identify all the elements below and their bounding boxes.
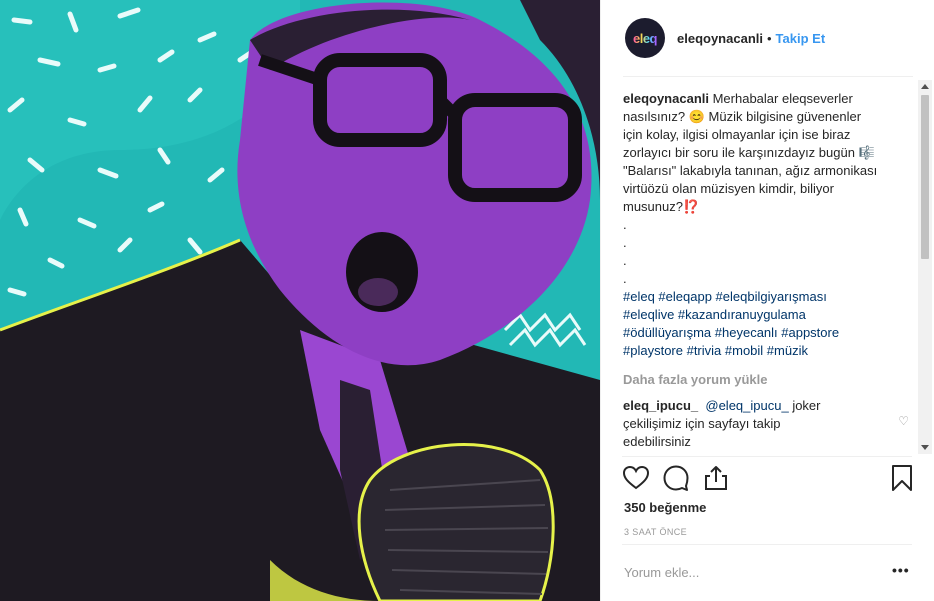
more-options-icon[interactable]: ••• bbox=[892, 562, 910, 578]
comment-item: eleq_ipucu_ @eleq_ipucu_ joker çekilişim… bbox=[623, 397, 913, 451]
comment-text: joker bbox=[788, 398, 821, 413]
actions-divider bbox=[622, 456, 912, 457]
post-illustration bbox=[0, 0, 600, 601]
share-icon[interactable] bbox=[702, 464, 730, 492]
post-header: eleq eleqoynacanli • Takip Et bbox=[601, 0, 934, 76]
caption: eleqoynacanli Merhabalar eleqseverler na… bbox=[623, 90, 913, 360]
post-timestamp[interactable]: 3 SAAT ÖNCE bbox=[624, 527, 687, 537]
comment-input-divider bbox=[622, 544, 912, 545]
caption-line: "Balarısı" lakabıyla tanınan, ağız armon… bbox=[623, 163, 878, 178]
comment-mention[interactable]: @eleq_ipucu_ bbox=[705, 398, 788, 413]
caption-line: virtüözü olan müzisyen kimdir, biliyor bbox=[623, 181, 834, 196]
load-more-comments-button[interactable]: Daha fazla yorum yükle bbox=[623, 371, 913, 389]
likes-count[interactable]: 350 beğenme bbox=[624, 500, 706, 515]
action-bar bbox=[622, 464, 916, 496]
caption-dot: . bbox=[623, 253, 627, 268]
comment-text: çekilişimiz için sayfayı takip bbox=[623, 416, 781, 431]
post-author-username[interactable]: eleqoynacanli bbox=[677, 31, 763, 46]
avatar-logo-text: eleq bbox=[632, 30, 658, 46]
separator-dot: • bbox=[766, 30, 772, 46]
caption-dot: . bbox=[623, 235, 627, 250]
comments-scrollbar[interactable] bbox=[918, 80, 932, 454]
post-image[interactable] bbox=[0, 0, 600, 601]
caption-line: zorlayıcı bir soru ile karşınızdayız bug… bbox=[623, 145, 875, 160]
avatar[interactable]: eleq bbox=[625, 18, 665, 58]
caption-line: Merhabalar eleqseverler bbox=[708, 91, 853, 106]
comment-username[interactable]: eleq_ipucu_ bbox=[623, 398, 698, 413]
heart-icon[interactable] bbox=[622, 464, 650, 492]
comment-text: edebilirsiniz bbox=[623, 434, 691, 449]
hashtag-line[interactable]: #eleq #eleqapp #eleqbilgiyarışması bbox=[623, 289, 827, 304]
caption-line: nasılsınız? 😊 Müzik bilgisine güvenenler bbox=[623, 109, 862, 124]
comment-input[interactable]: Yorum ekle... bbox=[624, 565, 699, 580]
header-divider bbox=[623, 76, 913, 77]
hashtag-line[interactable]: #ödüllüyarışma #heyecanlı #appstore bbox=[623, 325, 839, 340]
hashtag-line[interactable]: #playstore #trivia #mobil #müzik bbox=[623, 343, 808, 358]
comment-icon[interactable] bbox=[662, 464, 690, 492]
scroll-down-arrow-icon[interactable] bbox=[921, 445, 929, 450]
caption-line: için kolay, ilgisi olmayanlar için ise b… bbox=[623, 127, 851, 142]
caption-username[interactable]: eleqoynacanli bbox=[623, 91, 709, 106]
hashtag-line[interactable]: #eleqlive #kazandıranuygulama bbox=[623, 307, 806, 322]
scrollbar-thumb[interactable] bbox=[921, 95, 929, 259]
small-heart-icon[interactable]: ♡ bbox=[898, 412, 909, 430]
caption-line: musunuz?⁉️ bbox=[623, 199, 700, 214]
bookmark-icon[interactable] bbox=[888, 464, 916, 492]
caption-dot: . bbox=[623, 217, 627, 232]
comments-list: eleqoynacanli Merhabalar eleqseverler na… bbox=[623, 90, 913, 453]
caption-dot: . bbox=[623, 271, 627, 286]
scroll-up-arrow-icon[interactable] bbox=[921, 84, 929, 89]
follow-button[interactable]: Takip Et bbox=[776, 31, 826, 46]
